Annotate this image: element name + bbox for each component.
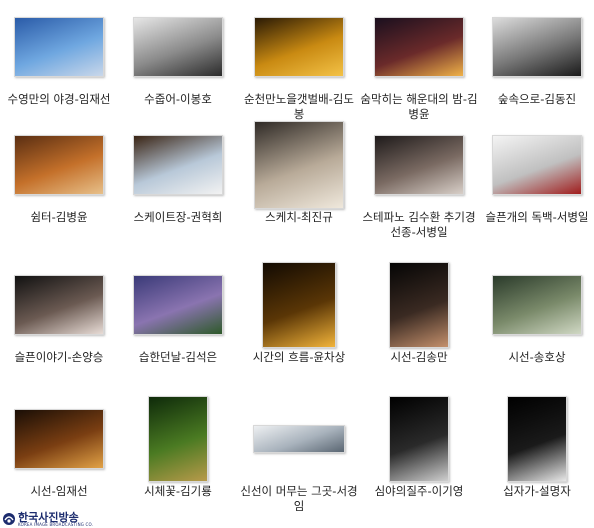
watermark-logo: 한국사진방송 KOREA IMAGE BROADCASTING CO. <box>2 510 93 528</box>
thumbnail-frame <box>240 4 358 90</box>
thumbnail-image[interactable] <box>133 275 223 335</box>
thumbnail-label[interactable]: 순천만노을갯벌배-김도봉 <box>240 92 358 122</box>
thumbnail-image[interactable] <box>148 396 208 482</box>
thumbnail-item[interactable]: 쉼터-김병윤 <box>0 122 118 244</box>
thumbnail-item[interactable]: 스케치-최진규 <box>240 121 358 244</box>
thumbnail-item[interactable]: 십자가-설명자 <box>478 396 594 518</box>
thumbnail-item[interactable]: 수영만의 야경-임재선 <box>0 4 118 126</box>
thumbnail-label[interactable]: 시선-송호상 <box>478 350 594 365</box>
thumbnail-frame <box>0 262 118 348</box>
thumbnail-item[interactable]: 시간의 흐름-윤차상 <box>240 262 358 384</box>
thumbnail-image[interactable] <box>14 135 104 195</box>
thumbnail-frame <box>119 396 237 482</box>
thumbnail-frame <box>360 396 478 482</box>
thumbnail-label[interactable]: 스테파노 김수환 추기경 선종-서병일 <box>360 210 478 240</box>
thumbnail-item[interactable]: 스테파노 김수환 추기경 선종-서병일 <box>360 122 478 244</box>
thumbnail-image[interactable] <box>133 17 223 77</box>
thumbnail-grid: 수영만의 야경-임재선 수줍어-이봉호 순천만노을갯벌배-김도봉 숨막히는 해운대의 … <box>0 0 594 528</box>
thumbnail-item[interactable]: 시체꽃-김기룡 <box>119 396 237 518</box>
thumbnail-item[interactable]: 스케이트장-권혁희 <box>119 122 237 244</box>
thumbnail-frame <box>360 262 478 348</box>
thumbnail-label[interactable]: 습한던날-김석은 <box>119 350 237 365</box>
thumbnail-frame <box>478 4 594 90</box>
thumbnail-image[interactable] <box>492 135 582 195</box>
thumbnail-frame <box>240 121 358 209</box>
thumbnail-item[interactable]: 습한던날-김석은 <box>119 262 237 384</box>
thumbnail-item[interactable]: 시선-김송만 <box>360 262 478 384</box>
thumbnail-image[interactable] <box>14 275 104 335</box>
thumbnail-item[interactable]: 숲속으로-김동진 <box>478 4 594 126</box>
thumbnail-item[interactable]: 시선-임재선 <box>0 396 118 518</box>
thumbnail-label[interactable]: 심야의질주-이기영 <box>360 484 478 499</box>
thumbnail-image[interactable] <box>262 262 336 348</box>
thumbnail-frame <box>360 122 478 208</box>
thumbnail-image[interactable] <box>389 396 449 482</box>
thumbnail-image[interactable] <box>254 121 344 209</box>
thumbnail-label[interactable]: 스케치-최진규 <box>240 210 358 225</box>
thumbnail-label[interactable]: 시선-김송만 <box>360 350 478 365</box>
brand-name-ko: 한국사진방송 <box>18 510 79 524</box>
thumbnail-item[interactable]: 신선이 머무는 그곳-서경임 <box>240 396 358 518</box>
thumbnail-frame <box>240 396 358 482</box>
thumbnail-image[interactable] <box>389 262 449 348</box>
thumbnail-item[interactable]: 심야의질주-이기영 <box>360 396 478 518</box>
thumbnail-image[interactable] <box>133 135 223 195</box>
thumbnail-frame <box>119 262 237 348</box>
thumbnail-label[interactable]: 시간의 흐름-윤차상 <box>240 350 358 365</box>
thumbnail-frame <box>478 396 594 482</box>
thumbnail-item[interactable]: 순천만노을갯벌배-김도봉 <box>240 4 358 126</box>
thumbnail-item[interactable]: 수줍어-이봉호 <box>119 4 237 126</box>
thumbnail-label[interactable]: 십자가-설명자 <box>478 484 594 499</box>
thumbnail-frame <box>0 396 118 482</box>
brand-emblem-icon <box>3 513 15 525</box>
thumbnail-item[interactable]: 슬픈이야기-손양승 <box>0 262 118 384</box>
thumbnail-frame <box>360 4 478 90</box>
thumbnail-label[interactable]: 슬픈개의 독백-서병일 <box>478 210 594 225</box>
thumbnail-frame <box>119 4 237 90</box>
thumbnail-label[interactable]: 시체꽃-김기룡 <box>119 484 237 499</box>
thumbnail-frame <box>478 122 594 208</box>
thumbnail-frame <box>0 4 118 90</box>
thumbnail-label[interactable]: 슬픈이야기-손양승 <box>0 350 118 365</box>
thumbnail-image[interactable] <box>374 135 464 195</box>
thumbnail-label[interactable]: 스케이트장-권혁희 <box>119 210 237 225</box>
thumbnail-image[interactable] <box>492 275 582 335</box>
thumbnail-frame <box>0 122 118 208</box>
thumbnail-image[interactable] <box>253 425 345 453</box>
thumbnail-frame <box>240 262 358 348</box>
thumbnail-frame <box>119 122 237 208</box>
thumbnail-label[interactable]: 쉼터-김병윤 <box>0 210 118 225</box>
thumbnail-item[interactable]: 시선-송호상 <box>478 262 594 384</box>
thumbnail-frame <box>478 262 594 348</box>
thumbnail-image[interactable] <box>507 396 567 482</box>
thumbnail-label[interactable]: 수줍어-이봉호 <box>119 92 237 107</box>
thumbnail-image[interactable] <box>14 17 104 77</box>
thumbnail-label[interactable]: 숨막히는 해운대의 밤-김병윤 <box>360 92 478 122</box>
thumbnail-label[interactable]: 숲속으로-김동진 <box>478 92 594 107</box>
thumbnail-image[interactable] <box>492 17 582 77</box>
thumbnail-label[interactable]: 시선-임재선 <box>0 484 118 499</box>
thumbnail-image[interactable] <box>14 409 104 469</box>
thumbnail-item[interactable]: 슬픈개의 독백-서병일 <box>478 122 594 244</box>
thumbnail-image[interactable] <box>254 17 344 77</box>
thumbnail-label[interactable]: 수영만의 야경-임재선 <box>0 92 118 107</box>
thumbnail-image[interactable] <box>374 17 464 77</box>
thumbnail-item[interactable]: 숨막히는 해운대의 밤-김병윤 <box>360 4 478 126</box>
brand-name-en: KOREA IMAGE BROADCASTING CO. <box>18 521 94 527</box>
thumbnail-label[interactable]: 신선이 머무는 그곳-서경임 <box>240 484 358 514</box>
